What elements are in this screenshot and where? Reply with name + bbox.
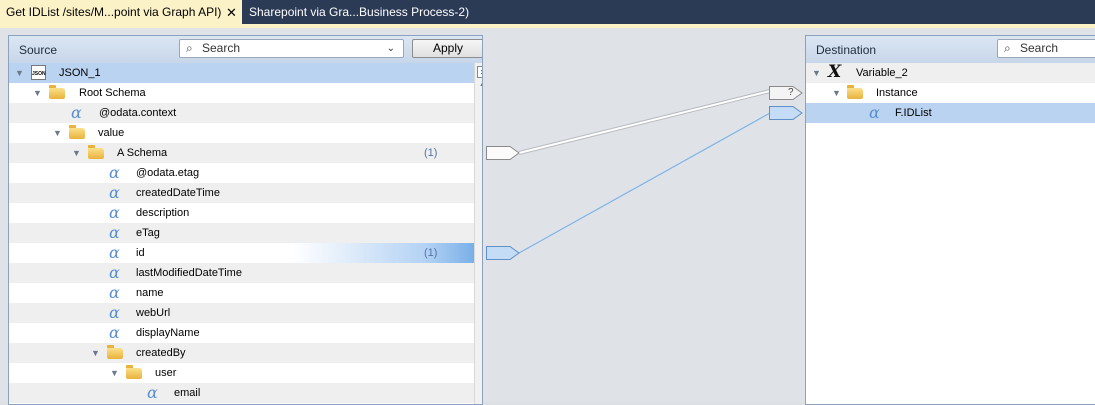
tree-row-instance[interactable]: ▼ Instance (806, 83, 1095, 103)
tree-row-variable-2[interactable]: ▼ X Variable_2 (806, 63, 1095, 83)
tree-row-label: F.IDList (895, 107, 932, 119)
source-port-id[interactable] (486, 246, 520, 260)
expand-arrow-icon[interactable]: ▼ (832, 83, 841, 103)
variable-icon: X (828, 62, 842, 82)
tree-row-label: Variable_2 (856, 67, 908, 79)
destination-panel-header: Destination ⌕ Search (806, 36, 1095, 64)
destination-port-instance[interactable]: ? (769, 86, 803, 100)
destination-panel: Destination ⌕ Search ▼ X Variable_2 ▼ In… (805, 35, 1095, 405)
unmapped-marker: ? (788, 87, 794, 98)
destination-panel-title: Destination (816, 43, 877, 57)
folder-icon (847, 85, 863, 99)
tree-row-label: Instance (876, 87, 918, 99)
expand-arrow-icon[interactable]: ▼ (812, 63, 821, 83)
string-field-icon: α (869, 103, 880, 122)
source-port-a-schema[interactable] (486, 146, 520, 160)
destination-port-f-idlist[interactable] (769, 106, 803, 120)
search-placeholder: Search (1020, 41, 1059, 55)
destination-search-input[interactable]: ⌕ Search (997, 39, 1095, 58)
destination-tree: ▼ X Variable_2 ▼ Instance α F.IDList (806, 63, 1095, 123)
search-icon: ⌕ (1004, 41, 1011, 55)
tree-row-f-idlist[interactable]: α F.IDList (806, 103, 1095, 123)
mapping-line-id (518, 112, 771, 254)
